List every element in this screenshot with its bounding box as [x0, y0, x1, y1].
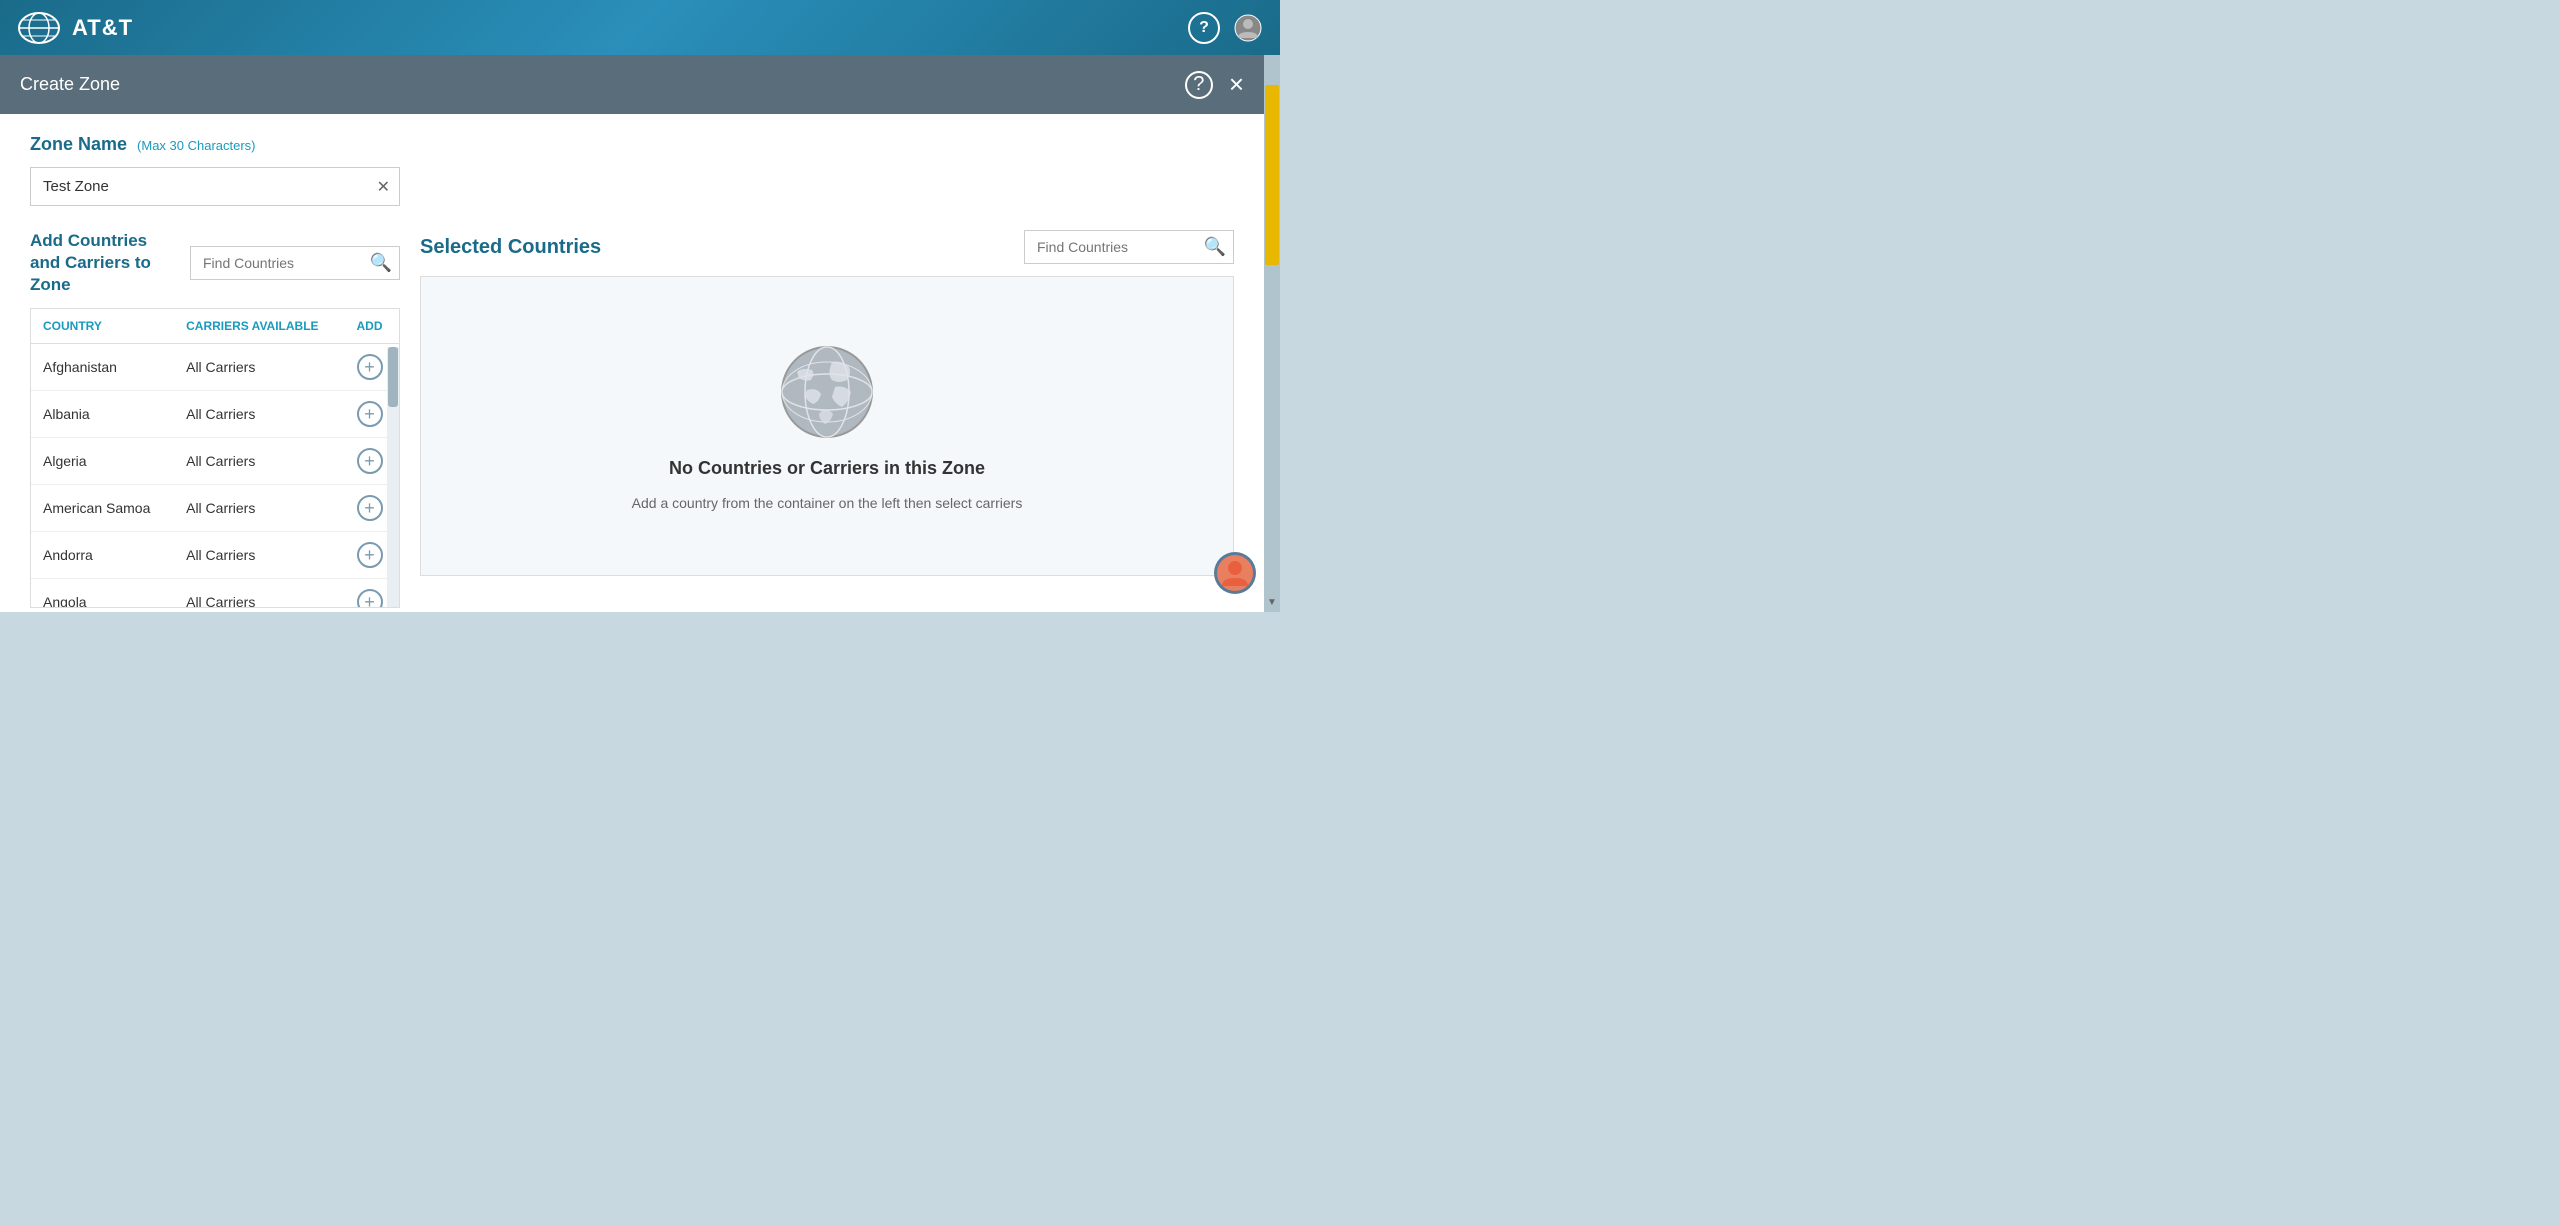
search-icon-left[interactable]: 🔍: [370, 253, 392, 274]
col-add: ADD: [345, 309, 399, 344]
col-country: COUNTRY: [31, 309, 174, 344]
carriers-cell: All Carriers: [174, 391, 344, 438]
country-cell: Algeria: [31, 438, 174, 485]
add-country-btn[interactable]: +: [357, 495, 383, 521]
add-country-btn[interactable]: +: [357, 401, 383, 427]
modal-header: Create Zone ? ×: [0, 55, 1264, 114]
table-row: American Samoa All Carriers +: [31, 485, 399, 532]
att-globe-icon: [16, 10, 62, 46]
zone-name-input[interactable]: [30, 167, 400, 206]
country-cell: American Samoa: [31, 485, 174, 532]
add-countries-title: Add Countries and Carriers to Zone: [30, 230, 180, 296]
att-logo: AT&T: [16, 10, 133, 46]
user-avatar-img: [1217, 555, 1253, 591]
carriers-cell: All Carriers: [174, 344, 344, 391]
help-icon-top[interactable]: ?: [1188, 12, 1220, 44]
empty-state-title: No Countries or Carriers in this Zone: [669, 458, 985, 479]
empty-state-subtitle: Add a country from the container on the …: [632, 495, 1023, 511]
empty-state-panel: No Countries or Carriers in this Zone Ad…: [420, 276, 1234, 576]
left-panel: Add Countries and Carriers to Zone 🔍 COU…: [30, 230, 400, 608]
zone-name-input-wrap: ✕: [30, 167, 400, 206]
att-logo-text: AT&T: [72, 15, 133, 41]
modal-dialog: Create Zone ? × Zone Name (Max 30 Charac…: [0, 55, 1264, 612]
modal-help-btn[interactable]: ?: [1185, 71, 1213, 99]
selected-countries-title: Selected Countries: [420, 236, 601, 259]
table-row: Angola All Carriers +: [31, 579, 399, 609]
table-scrollbar[interactable]: [387, 347, 399, 607]
zone-name-label-row: Zone Name (Max 30 Characters): [30, 134, 1234, 155]
table-row: Andorra All Carriers +: [31, 532, 399, 579]
country-cell: Andorra: [31, 532, 174, 579]
modal-body: Zone Name (Max 30 Characters) ✕ Add Coun…: [0, 114, 1264, 612]
right-panel: Selected Countries 🔍: [420, 230, 1234, 576]
zone-name-title: Zone Name: [30, 134, 127, 155]
modal-header-icons: ? ×: [1185, 69, 1244, 100]
user-icon-top[interactable]: [1232, 12, 1264, 44]
carriers-cell: All Carriers: [174, 485, 344, 532]
country-cell: Afghanistan: [31, 344, 174, 391]
modal-title: Create Zone: [20, 74, 120, 95]
find-countries-right-wrap: 🔍: [1024, 230, 1234, 264]
find-countries-right-input[interactable]: [1024, 230, 1234, 264]
countries-table-body: Afghanistan All Carriers + Albania All C…: [31, 344, 399, 609]
scrollbar-thumb[interactable]: [1265, 85, 1279, 265]
country-cell: Angola: [31, 579, 174, 609]
countries-section: Add Countries and Carriers to Zone 🔍 COU…: [30, 230, 1234, 608]
add-country-btn[interactable]: +: [357, 448, 383, 474]
table-row: Algeria All Carriers +: [31, 438, 399, 485]
carriers-cell: All Carriers: [174, 579, 344, 609]
find-countries-left-wrap: 🔍: [190, 246, 400, 280]
left-panel-header: Add Countries and Carriers to Zone 🔍: [30, 230, 400, 296]
countries-table-head: COUNTRY CARRIERS AVAILABLE ADD: [31, 309, 399, 344]
carriers-cell: All Carriers: [174, 438, 344, 485]
page-scrollbar[interactable]: [1264, 55, 1280, 612]
country-cell: Albania: [31, 391, 174, 438]
carriers-cell: All Carriers: [174, 532, 344, 579]
table-row: Albania All Carriers +: [31, 391, 399, 438]
zone-name-hint: (Max 30 Characters): [137, 138, 255, 153]
countries-table: COUNTRY CARRIERS AVAILABLE ADD Afghanist…: [31, 309, 399, 608]
scroll-down-arrow[interactable]: ▼: [1264, 592, 1280, 612]
add-country-btn[interactable]: +: [357, 354, 383, 380]
zone-name-clear-btn[interactable]: ✕: [377, 177, 390, 197]
countries-table-wrap: COUNTRY CARRIERS AVAILABLE ADD Afghanist…: [30, 308, 400, 608]
right-panel-header: Selected Countries 🔍: [420, 230, 1234, 264]
table-row: Afghanistan All Carriers +: [31, 344, 399, 391]
top-bar: AT&T ?: [0, 0, 1280, 55]
col-carriers: CARRIERS AVAILABLE: [174, 309, 344, 344]
modal-close-btn[interactable]: ×: [1229, 69, 1244, 100]
table-header-row: COUNTRY CARRIERS AVAILABLE ADD: [31, 309, 399, 344]
empty-globe-icon: [777, 342, 877, 442]
user-avatar-bottom[interactable]: [1214, 552, 1256, 594]
add-country-btn[interactable]: +: [357, 542, 383, 568]
table-scroll-thumb[interactable]: [388, 347, 398, 407]
top-bar-icons: ?: [1188, 12, 1264, 44]
add-country-btn[interactable]: +: [357, 589, 383, 608]
find-countries-left-input[interactable]: [190, 246, 400, 280]
search-icon-right[interactable]: 🔍: [1204, 237, 1226, 258]
